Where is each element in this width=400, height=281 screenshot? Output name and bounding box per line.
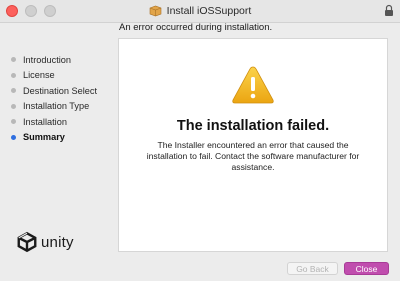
window-title: Install iOSSupport <box>166 5 252 17</box>
failure-detail: The Installer encountered an error that … <box>146 140 360 172</box>
unity-cube-icon <box>17 231 37 253</box>
step-bullet-icon <box>11 134 16 140</box>
step-label: Installation Type <box>23 101 90 112</box>
step-label: Introduction <box>23 54 72 65</box>
warning-icon <box>232 66 274 104</box>
step-label: Destination Select <box>23 85 98 96</box>
title-bar: Install iOSSupport <box>0 0 400 23</box>
step-bullet-icon <box>11 119 16 125</box>
failure-heading: The installation failed. <box>176 118 330 134</box>
lock-icon <box>385 4 393 16</box>
step-installation: Installation <box>11 114 97 130</box>
header-message: An error occurred during installation. <box>119 22 273 33</box>
step-bullet-icon <box>11 72 16 78</box>
step-label: Installation <box>23 116 67 127</box>
step-bullet-icon <box>11 103 16 109</box>
step-bullet-icon <box>11 57 16 63</box>
package-icon <box>149 5 161 17</box>
step-bullet-icon <box>11 88 16 94</box>
close-button[interactable]: Close <box>344 262 389 275</box>
go-back-button[interactable]: Go Back <box>287 262 338 275</box>
content-panel: The installation failed. The Installer e… <box>118 38 388 252</box>
step-installation-type: Installation Type <box>11 99 97 115</box>
step-label: License <box>23 70 55 81</box>
step-introduction: Introduction <box>11 52 97 68</box>
unity-logo: unity <box>16 231 74 253</box>
brand-name: unity <box>41 233 74 251</box>
step-label: Summary <box>23 132 65 143</box>
step-license: License <box>11 68 97 84</box>
step-summary: Summary <box>11 130 97 146</box>
step-list: Introduction License Destination Select … <box>11 52 97 145</box>
step-destination-select: Destination Select <box>11 83 97 99</box>
window-title-group: Install iOSSupport <box>0 3 400 19</box>
